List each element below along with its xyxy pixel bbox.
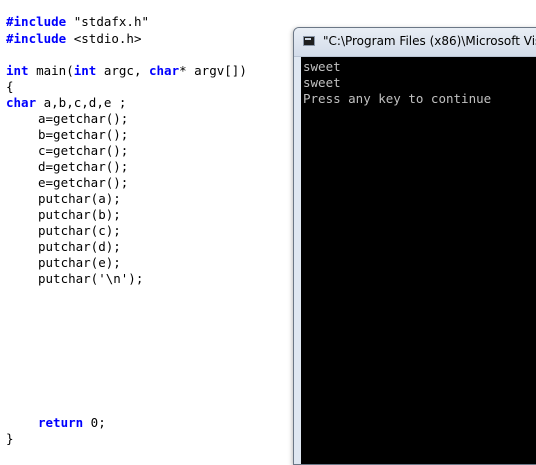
code-text: argc, xyxy=(96,63,149,78)
code-line-body: putchar(a); xyxy=(38,191,121,206)
keyword-char: char xyxy=(149,63,180,78)
keyword-return: return xyxy=(38,415,84,430)
code-line-body: putchar('\n'); xyxy=(38,271,144,286)
console-window[interactable]: "C:\Program Files (x86)\Microsoft Vis sw… xyxy=(293,27,536,465)
include-directive: #include xyxy=(6,14,67,29)
console-output-line: Press any key to continue xyxy=(303,91,492,106)
include-target: "stdafx.h" xyxy=(73,14,150,29)
code-text: 0; xyxy=(83,415,106,430)
declaration-line: char a,b,c,d,e ; xyxy=(6,95,126,111)
code-line-body: putchar(c); xyxy=(38,223,121,238)
console-output-area[interactable]: sweet sweet Press any key to continue xyxy=(301,57,536,464)
code-text: * argv[]) xyxy=(179,63,247,78)
console-app-icon[interactable] xyxy=(303,36,315,46)
keyword-char: char xyxy=(6,95,37,110)
code-line-body: e=getchar(); xyxy=(38,175,129,190)
console-output-line: sweet xyxy=(303,59,341,74)
code-line-body: putchar(d); xyxy=(38,239,121,254)
keyword-int: int xyxy=(6,63,29,78)
main-signature-line: int main(int argc, char* argv[]) xyxy=(6,63,247,79)
code-text: a,b,c,d,e ; xyxy=(36,95,127,110)
close-brace-line: } xyxy=(6,431,14,446)
open-brace-line: { xyxy=(6,79,14,94)
code-line-body: d=getchar(); xyxy=(38,159,129,174)
console-title: "C:\Program Files (x86)\Microsoft Vis xyxy=(323,34,536,48)
code-line-body: putchar(b); xyxy=(38,207,121,222)
console-titlebar[interactable]: "C:\Program Files (x86)\Microsoft Vis xyxy=(294,28,536,57)
code-line-body: putchar(e); xyxy=(38,255,121,270)
code-line-body: a=getchar(); xyxy=(38,111,129,126)
keyword-int: int xyxy=(73,63,97,78)
return-line: return 0; xyxy=(6,415,106,431)
code-text: main( xyxy=(28,63,74,78)
include-line-stdio: #include <stdio.h> xyxy=(6,31,141,47)
code-line-body: b=getchar(); xyxy=(38,127,129,142)
include-directive: #include xyxy=(6,31,67,46)
console-output-line: sweet xyxy=(303,75,341,90)
include-line-stdafx: #include "stdafx.h" xyxy=(6,14,149,30)
include-target: <stdio.h> xyxy=(73,31,142,46)
code-line-body: c=getchar(); xyxy=(38,143,129,158)
